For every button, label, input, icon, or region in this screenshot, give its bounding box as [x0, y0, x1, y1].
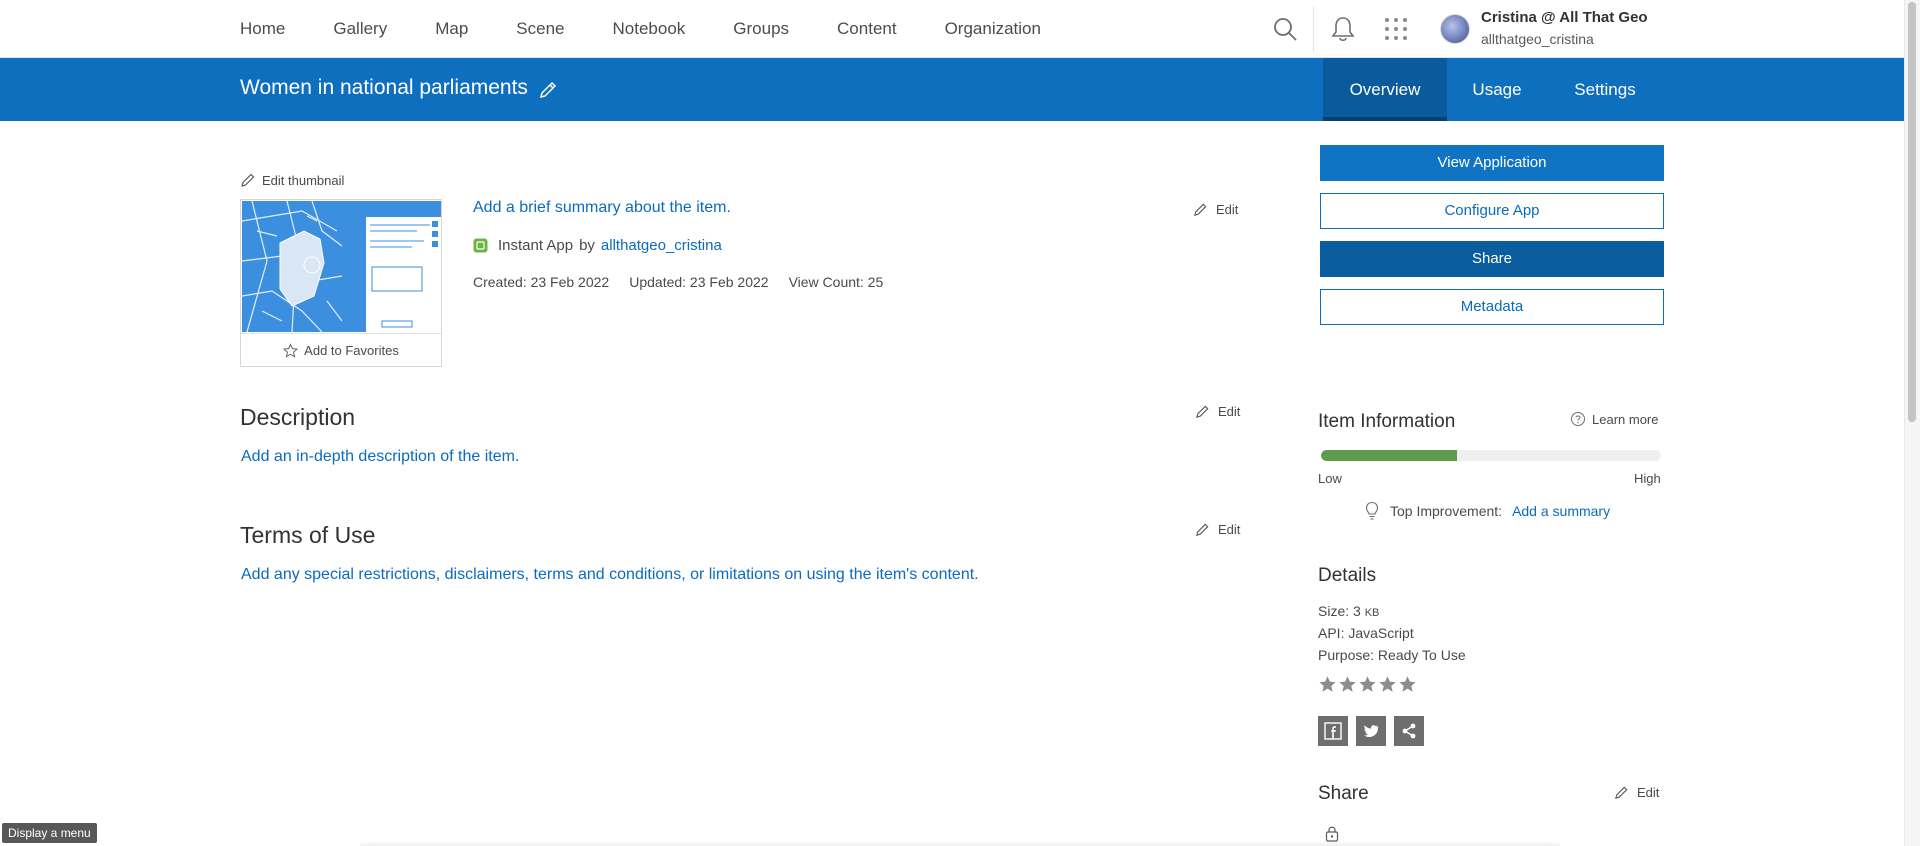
- share-icon: [1402, 723, 1416, 739]
- item-information-score-fill: [1321, 450, 1457, 461]
- nav-item-content[interactable]: Content: [837, 19, 897, 39]
- item-information-heading: Item Information: [1318, 411, 1456, 432]
- pencil-icon: [1615, 786, 1628, 799]
- nav-item-scene[interactable]: Scene: [516, 19, 564, 39]
- share-button[interactable]: Share: [1320, 241, 1664, 277]
- apps-grid-icon[interactable]: [1384, 17, 1408, 41]
- edit-share-button[interactable]: Edit: [1614, 785, 1659, 800]
- share-heading: Share: [1318, 783, 1369, 804]
- item-by-label: by: [579, 237, 595, 254]
- owner-link[interactable]: allthatgeo_cristina: [601, 237, 722, 254]
- display-menu-tooltip: Display a menu: [2, 823, 97, 843]
- lock-icon: [1325, 826, 1339, 842]
- pencil-icon: [1194, 203, 1207, 216]
- nav-menu: Home Gallery Map Scene Notebook Groups C…: [240, 0, 1089, 58]
- details-heading: Details: [1318, 565, 1377, 586]
- detail-size-unit: KB: [1364, 607, 1380, 619]
- detail-size: Size: 3 KB: [1318, 603, 1379, 619]
- edit-label: Edit: [1216, 202, 1239, 217]
- top-navigation: Home Gallery Map Scene Notebook Groups C…: [0, 0, 1904, 58]
- edit-thumbnail-label: Edit thumbnail: [262, 172, 345, 188]
- edit-label: Edit: [1218, 404, 1241, 419]
- facebook-share-button[interactable]: [1318, 716, 1348, 746]
- page-title: Women in national parliaments: [240, 76, 528, 99]
- edit-description-button[interactable]: Edit: [1195, 404, 1240, 419]
- nav-item-home[interactable]: Home: [240, 19, 285, 39]
- social-share-buttons: [1318, 716, 1432, 746]
- description-heading: Description: [240, 404, 356, 430]
- bell-icon[interactable]: [1330, 15, 1356, 43]
- item-thumbnail-image: [242, 201, 441, 332]
- nav-item-organization[interactable]: Organization: [945, 19, 1041, 39]
- score-high-label: High: [1634, 471, 1661, 486]
- top-improvement-label: Top Improvement:: [1390, 503, 1503, 519]
- pencil-icon: [241, 173, 255, 187]
- detail-api: API: JavaScript: [1318, 625, 1414, 641]
- rating-star-icon[interactable]: [1318, 675, 1337, 694]
- twitter-icon: [1364, 725, 1379, 738]
- item-title-bar: Women in national parliaments Overview U…: [0, 58, 1904, 121]
- item-information-score-bar: [1321, 450, 1661, 461]
- rating-star-icon[interactable]: [1358, 675, 1377, 694]
- pencil-icon: [1196, 405, 1209, 418]
- pencil-icon: [1196, 523, 1209, 536]
- bottom-shadow: [360, 840, 1560, 846]
- add-summary-link[interactable]: Add a brief summary about the item.: [473, 199, 731, 217]
- score-low-label: Low: [1318, 471, 1342, 486]
- created-date: Created: 23 Feb 2022: [473, 274, 610, 290]
- search-icon[interactable]: [1272, 16, 1298, 42]
- learn-more-link[interactable]: Learn more: [1570, 411, 1658, 427]
- view-application-button[interactable]: View Application: [1320, 145, 1664, 181]
- add-to-favorites-button[interactable]: Add to Favorites: [241, 333, 441, 366]
- updated-date: Updated: 23 Feb 2022: [629, 274, 769, 290]
- edit-summary-button[interactable]: Edit: [1193, 202, 1238, 217]
- terms-heading: Terms of Use: [240, 522, 376, 548]
- rating-stars[interactable]: [1318, 675, 1418, 694]
- user-username[interactable]: allthatgeo_cristina: [1481, 31, 1594, 47]
- nav-item-map[interactable]: Map: [435, 19, 468, 39]
- edit-label: Edit: [1218, 522, 1241, 537]
- add-terms-link[interactable]: Add any special restrictions, disclaimer…: [241, 566, 979, 584]
- thumbnail-card: Add to Favorites: [240, 199, 442, 367]
- detail-size-value: Size: 3: [1318, 603, 1361, 619]
- nav-item-groups[interactable]: Groups: [733, 19, 789, 39]
- edit-thumbnail-button[interactable]: Edit thumbnail: [240, 172, 344, 188]
- configure-app-button[interactable]: Configure App: [1320, 193, 1664, 229]
- twitter-share-button[interactable]: [1356, 716, 1386, 746]
- tab-usage[interactable]: Usage: [1447, 58, 1547, 121]
- lightbulb-icon: [1365, 501, 1379, 520]
- tab-overview[interactable]: Overview: [1323, 58, 1447, 121]
- add-summary-improvement-link[interactable]: Add a summary: [1512, 503, 1610, 519]
- edit-terms-button[interactable]: Edit: [1195, 522, 1240, 537]
- help-icon: [1571, 412, 1585, 426]
- view-count: View Count: 25: [788, 274, 884, 290]
- nav-divider: [1313, 6, 1314, 52]
- item-type-row: Instant App by allthatgeo_cristina: [473, 237, 722, 254]
- metadata-button[interactable]: Metadata: [1320, 289, 1664, 325]
- edit-label: Edit: [1637, 785, 1660, 800]
- top-improvement-row: Top Improvement: Add a summary: [1364, 501, 1610, 521]
- facebook-icon: [1324, 722, 1342, 740]
- star-icon: [283, 342, 299, 358]
- item-type-label: Instant App: [498, 237, 574, 254]
- tab-settings[interactable]: Settings: [1547, 58, 1663, 121]
- learn-more-label: Learn more: [1592, 411, 1659, 427]
- avatar[interactable]: [1440, 14, 1470, 44]
- pencil-icon[interactable]: [538, 80, 558, 100]
- item-meta-row: Created: 23 Feb 2022 Updated: 23 Feb 202…: [473, 274, 903, 290]
- instant-app-icon: [473, 238, 488, 253]
- link-share-button[interactable]: [1394, 716, 1424, 746]
- user-display-name[interactable]: Cristina @ All That Geo: [1481, 9, 1648, 26]
- detail-purpose: Purpose: Ready To Use: [1318, 647, 1466, 663]
- rating-star-icon[interactable]: [1338, 675, 1357, 694]
- rating-star-icon[interactable]: [1398, 675, 1417, 694]
- scrollbar-thumb[interactable]: [1908, 2, 1916, 422]
- add-to-favorites-label: Add to Favorites: [304, 342, 399, 358]
- nav-item-gallery[interactable]: Gallery: [333, 19, 387, 39]
- nav-item-notebook[interactable]: Notebook: [613, 19, 686, 39]
- add-description-link[interactable]: Add an in-depth description of the item.: [241, 448, 519, 466]
- rating-star-icon[interactable]: [1378, 675, 1397, 694]
